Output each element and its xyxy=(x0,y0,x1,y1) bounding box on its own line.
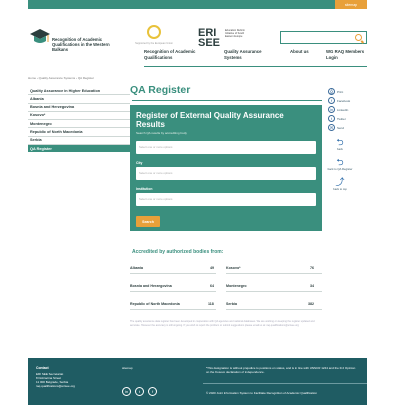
main-nav: Recognition of Academic Qualifications Q… xyxy=(28,49,367,67)
footer-sitemap-link[interactable]: sitemap xyxy=(122,366,133,370)
accredited-serbia-count: 382 xyxy=(308,302,314,306)
print-tool[interactable]: ⎙ Print xyxy=(328,88,343,95)
nav-quality-assurance[interactable]: Quality Assurance Systems xyxy=(224,49,276,60)
search-input[interactable] xyxy=(280,31,367,44)
back-arrow-icon: ⮌ xyxy=(336,157,344,167)
footer-disclaimer: *This designation is without prejudice t… xyxy=(206,366,356,374)
facebook-tool[interactable]: f Facebook xyxy=(328,97,350,104)
nav-recognition[interactable]: Recognition of Academic Qualifications xyxy=(144,49,212,60)
accredited-kosovo-count: 76 xyxy=(310,266,314,270)
title-divider xyxy=(132,100,322,101)
facebook-icon: f xyxy=(328,97,335,104)
up-arrow-icon: ⤴ xyxy=(335,177,345,187)
footer: Contact ERI SEE Secretariat 8 Dobracina … xyxy=(28,358,367,405)
sidebar-item-qa-higher-education[interactable]: Quality Assurance in Higher Education xyxy=(28,87,130,96)
twitter-icon[interactable]: t xyxy=(135,387,144,396)
footer-divider xyxy=(203,383,367,384)
city-label: City xyxy=(136,161,143,165)
linkedin-icon[interactable]: in xyxy=(122,387,131,396)
register-title: Register of External Quality Assurance R… xyxy=(136,111,284,129)
send-tool[interactable]: ✉ Send xyxy=(328,124,344,131)
page: sitemap Recognition of Academic Qualific… xyxy=(28,0,367,405)
row-divider xyxy=(226,273,322,274)
eri-see-logo[interactable]: ERI SEE xyxy=(198,28,220,49)
accredited-bosnia[interactable]: Bosnia and Herzegovina xyxy=(130,284,172,288)
sidebar: Quality Assurance in Higher Education Al… xyxy=(28,87,130,153)
nav-underline xyxy=(144,66,367,67)
back-arrow-icon: ⮌ xyxy=(336,137,344,147)
accredited-montenegro-count: 34 xyxy=(310,284,314,288)
accrediting-body-select[interactable]: Select one or more options xyxy=(136,141,316,154)
row-divider xyxy=(226,291,322,292)
twitter-icon: t xyxy=(328,115,335,122)
back-to-top-link[interactable]: ⤴ back to top xyxy=(320,177,360,192)
eu-logo[interactable]: Supported by the European Union xyxy=(134,25,174,47)
row-divider xyxy=(130,291,216,292)
accredited-north-macedonia[interactable]: Republic of North Macedonia xyxy=(130,302,180,306)
sidebar-item-qa-register[interactable]: QA Register xyxy=(28,145,130,153)
eri-see-side-text: Education Reform Initiative of South Eas… xyxy=(225,29,246,38)
accredited-title: Accredited by authorized bodies from: xyxy=(132,249,224,255)
linkedin-icon: in xyxy=(328,106,335,113)
accredited-albania[interactable]: Albania xyxy=(130,266,143,270)
breadcrumb[interactable]: Home › Quality Assurance Systems › QA Re… xyxy=(28,76,94,80)
graduation-cap-logo-icon[interactable] xyxy=(28,25,52,49)
sidebar-item-montenegro[interactable]: Montenegro xyxy=(28,120,130,129)
linkedin-tool[interactable]: in LinkedIn xyxy=(328,106,348,113)
sidebar-item-serbia[interactable]: Serbia xyxy=(28,137,130,146)
print-icon: ⎙ xyxy=(328,88,335,95)
accredited-serbia[interactable]: Serbia xyxy=(226,302,237,306)
footer-email-link[interactable]: raq.qualifications@erisee.org xyxy=(36,384,104,388)
page-title: QA Register xyxy=(130,84,191,96)
search-button[interactable]: Search xyxy=(136,216,160,227)
footer-contact: Contact ERI SEE Secretariat 8 Dobracina … xyxy=(36,366,104,388)
mail-icon: ✉ xyxy=(328,124,335,131)
back-link[interactable]: ⮌ back xyxy=(320,137,360,152)
sidebar-item-north-macedonia[interactable]: Republic of North Macedonia xyxy=(28,128,130,137)
accredited-north-macedonia-count: 118 xyxy=(208,302,214,306)
institution-label: Institution xyxy=(136,187,153,191)
register-search-panel: Register of External Quality Assurance R… xyxy=(130,105,322,231)
row-divider xyxy=(226,309,322,310)
back-to-register-link[interactable]: ⮌ back to QA Register xyxy=(320,157,360,172)
accredited-kosovo[interactable]: Kosovo* xyxy=(226,266,241,270)
nav-about[interactable]: About us xyxy=(290,49,310,55)
main-content: QA Register Register of External Quality… xyxy=(130,84,322,327)
top-bar: sitemap xyxy=(28,0,367,9)
twitter-tool[interactable]: t Twitter xyxy=(328,115,346,122)
nav-members-login[interactable]: WG RAQ Members Login xyxy=(326,49,368,60)
eu-circle-icon xyxy=(147,25,161,39)
city-select[interactable]: Select one or more options xyxy=(136,167,316,180)
search-icon[interactable] xyxy=(355,34,362,41)
sitemap-tab[interactable]: sitemap xyxy=(335,0,367,9)
sidebar-item-kosovo[interactable]: Kosovo* xyxy=(28,112,130,121)
accredited-bosnia-count: 64 xyxy=(210,284,214,288)
row-divider xyxy=(130,273,216,274)
sidebar-item-albania[interactable]: Albania xyxy=(28,95,130,104)
row-divider xyxy=(130,309,216,310)
sidebar-item-bosnia[interactable]: Bosnia and Herzegovina xyxy=(28,104,130,112)
institution-select[interactable]: Select one or more options xyxy=(136,193,316,206)
footer-copyright: © 2020 Joint Information System to Facil… xyxy=(206,391,317,395)
eu-logo-caption: Supported by the European Union xyxy=(135,42,173,45)
accredited-montenegro[interactable]: Montenegro xyxy=(226,284,247,288)
accredited-albania-count: 49 xyxy=(210,266,214,270)
footer-contact-title: Contact xyxy=(36,366,49,370)
facebook-icon[interactable]: f xyxy=(148,387,157,396)
register-note: The quality assurance data register has … xyxy=(130,320,315,327)
register-subtitle: Search QA results by accrediting body xyxy=(136,131,187,135)
